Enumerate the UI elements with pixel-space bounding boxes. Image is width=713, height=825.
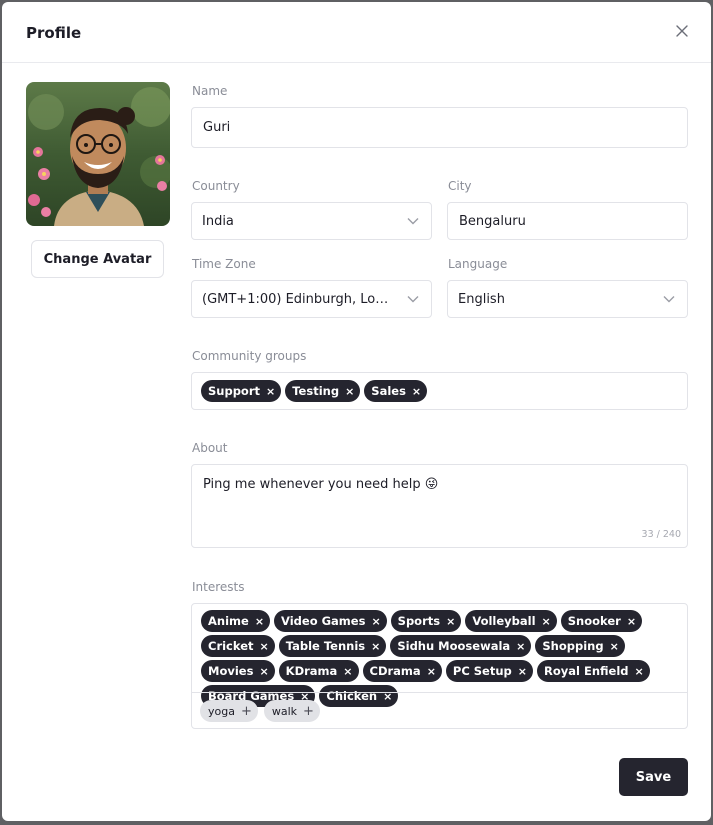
country-select[interactable]: India	[191, 202, 432, 240]
change-avatar-button[interactable]: Change Avatar	[31, 240, 164, 278]
community-chip: Sales ×	[364, 380, 428, 402]
chevron-down-icon	[407, 218, 419, 225]
remove-chip-icon[interactable]: ×	[542, 616, 551, 627]
dialog-title: Profile	[26, 24, 82, 42]
remove-chip-icon[interactable]: ×	[627, 616, 636, 627]
remove-chip-icon[interactable]: ×	[446, 616, 455, 627]
interest-chip: Video Games ×	[274, 610, 387, 632]
community-groups-input[interactable]: Support × Testing × Sales ×	[191, 372, 688, 410]
interest-chip: Movies ×	[201, 660, 275, 682]
remove-chip-icon[interactable]: ×	[412, 386, 421, 397]
remove-chip-icon[interactable]: ×	[516, 641, 525, 652]
interest-chip: Chicken ×	[319, 685, 399, 707]
interest-chip: KDrama ×	[278, 660, 359, 682]
community-chip: Support ×	[201, 380, 282, 402]
remove-chip-icon[interactable]: ×	[255, 616, 264, 627]
interest-chip: Snooker ×	[560, 610, 643, 632]
plus-icon: +	[240, 703, 252, 719]
plus-icon: +	[303, 703, 314, 719]
remove-chip-icon[interactable]: ×	[371, 616, 380, 627]
remove-chip-icon[interactable]: ×	[610, 641, 619, 652]
interest-chip: CDrama ×	[362, 660, 442, 682]
timezone-value: (GMT+1:00) Edinburgh, London	[202, 291, 396, 307]
interest-chip: PC Setup ×	[445, 660, 533, 682]
about-textarea[interactable]: Ping me whenever you need help 😜 33 / 24…	[191, 464, 688, 548]
add-suggestion-chip[interactable]: yoga +	[200, 700, 258, 722]
remove-chip-icon[interactable]: ×	[266, 386, 275, 397]
close-button[interactable]	[673, 22, 691, 40]
add-suggestion-chip[interactable]: walk +	[263, 700, 320, 722]
remove-chip-icon[interactable]: ×	[371, 641, 380, 652]
about-value: Ping me whenever you need help 😜	[203, 477, 439, 492]
language-select[interactable]: English	[447, 280, 688, 318]
country-label: Country	[192, 179, 240, 193]
city-label: City	[448, 179, 472, 193]
interest-chip: Volleyball ×	[465, 610, 557, 632]
about-label: About	[192, 441, 228, 455]
remove-chip-icon[interactable]: ×	[345, 386, 354, 397]
interest-chip: Royal Enfield ×	[537, 660, 650, 682]
remove-chip-icon[interactable]: ×	[427, 666, 436, 677]
character-counter: 33 / 240	[641, 529, 681, 540]
interest-suggestion-list: yoga + walk +	[200, 700, 320, 722]
timezone-select[interactable]: (GMT+1:00) Edinburgh, London	[191, 280, 432, 318]
interest-chip: Cricket ×	[201, 635, 275, 657]
remove-chip-icon[interactable]: ×	[260, 641, 269, 652]
dialog-header: Profile	[2, 2, 711, 63]
interests-label: Interests	[192, 580, 245, 594]
city-input[interactable]: Bengaluru	[447, 202, 688, 240]
close-icon	[676, 25, 688, 37]
interest-chip: Sports ×	[390, 610, 462, 632]
country-value: India	[202, 213, 234, 229]
interest-chip: Shopping ×	[535, 635, 625, 657]
language-label: Language	[448, 257, 508, 271]
chevron-down-icon	[663, 296, 675, 303]
language-value: English	[458, 291, 505, 307]
city-value: Bengaluru	[459, 213, 526, 229]
interests-input[interactable]: Anime × Video Games × Sports × Volleyball × …	[191, 603, 688, 729]
remove-chip-icon[interactable]: ×	[259, 666, 268, 677]
save-button[interactable]: Save	[619, 758, 688, 796]
interest-chip: Anime ×	[201, 610, 271, 632]
interest-chip: Table Tennis ×	[278, 635, 387, 657]
profile-dialog: Profile Change Avatar Name Guri Country …	[2, 2, 711, 821]
remove-chip-icon[interactable]: ×	[635, 666, 644, 677]
chevron-down-icon	[407, 296, 419, 303]
interest-chip: Sidhu Moosewala ×	[390, 635, 532, 657]
community-label: Community groups	[192, 349, 307, 363]
community-chip: Testing ×	[285, 380, 361, 402]
remove-chip-icon[interactable]: ×	[518, 666, 527, 677]
name-label: Name	[192, 84, 228, 98]
community-chip-list: Support × Testing × Sales ×	[201, 380, 428, 402]
name-value: Guri	[203, 120, 231, 135]
name-input[interactable]: Guri	[191, 107, 688, 148]
avatar	[26, 82, 170, 226]
remove-chip-icon[interactable]: ×	[343, 666, 352, 677]
suggestion-divider	[192, 692, 687, 693]
timezone-label: Time Zone	[192, 257, 256, 271]
